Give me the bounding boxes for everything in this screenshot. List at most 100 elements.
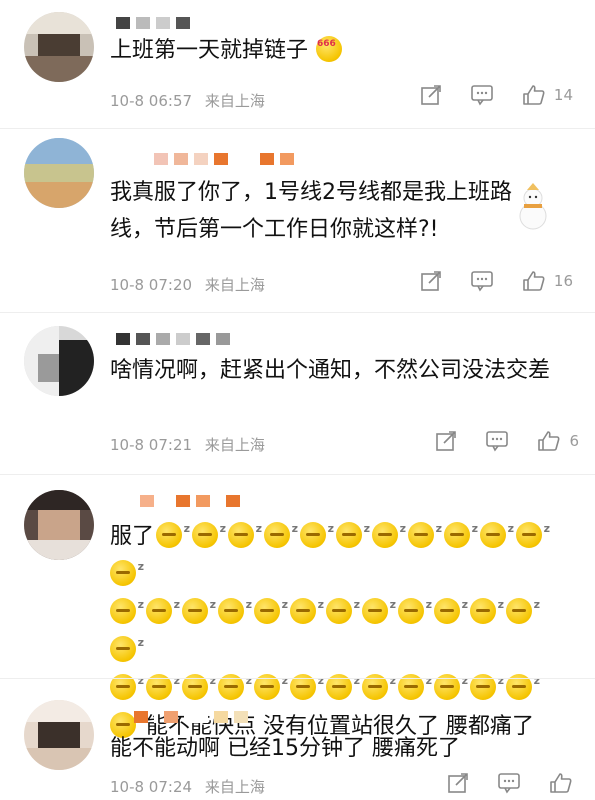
sleepy-emoji [480,510,514,548]
thumbs-up-icon [523,271,545,291]
sleepy-emoji [444,510,478,548]
reply-button[interactable] [485,430,509,452]
comment-text-content: 我真服了你了，1号线2号线都是我上班路线，节后第一个工作日你就这样?! [110,180,512,242]
sleepy-emoji [336,510,370,548]
sleepy-emoji [110,548,144,586]
comment-meta: 10-8 07:24 来自上海 [110,776,273,797]
reply-icon [498,773,520,794]
sleepy-emoji [506,586,540,624]
reply-button[interactable] [470,84,494,106]
sleepy-emoji [300,510,334,548]
comment-text-content: 啥情况啊，赶紧出个通知，不然公司没法交差 [110,358,551,383]
comment-actions: 6 [407,430,579,452]
timestamp: 10-8 07:20 [110,276,193,294]
reply-button[interactable] [497,772,521,794]
share-icon [448,773,468,793]
sleepy-emoji [408,510,442,548]
comment-meta: 10-8 07:21 来自上海 [110,434,273,455]
share-button[interactable] [435,430,457,452]
sleepy-emoji [264,510,298,548]
divider [0,312,595,313]
reply-icon [471,271,493,292]
sleepy-emoji [434,586,468,624]
comment-actions [419,772,573,794]
sleepy-emoji [254,586,288,624]
sleepy-emoji [326,586,360,624]
avatar[interactable] [24,138,94,208]
username-blurred[interactable] [116,14,196,29]
sleepy-emoji [516,510,550,548]
comment-1: 上班第一天就掉链子 666 10-8 06:57 来自上海 14 [0,0,595,130]
snowman-sticker [519,183,547,230]
sleepy-emoji [110,586,144,624]
sleepy-emoji [372,510,406,548]
sleepy-emoji [218,586,252,624]
divider [0,678,595,679]
comment-actions: 14 [392,84,573,106]
sleepy-emoji [470,586,504,624]
comment-actions: 16 [392,270,573,292]
location: 来自上海 [204,436,265,454]
like-count: 16 [553,272,573,290]
sleepy-emoji [228,510,262,548]
reply-button[interactable] [470,270,494,292]
username-blurred[interactable] [154,150,300,165]
comment-4: 服了 能不能快点 没有位置站很久了 腰都痛了 [0,476,595,739]
timestamp: 10-8 06:57 [110,92,193,110]
avatar[interactable] [24,12,94,82]
comment-text: 啥情况啊，赶紧出个通知，不然公司没法交差 [110,352,565,389]
share-button[interactable] [447,772,469,794]
sleepy-emoji [146,586,180,624]
thumbs-up-icon [523,85,545,105]
comment-line-1: 服了 [110,510,565,594]
share-icon [421,271,441,291]
comment-meta: 10-8 06:57 来自上海 [110,90,273,111]
like-button[interactable]: 16 [522,270,573,292]
avatar[interactable] [24,326,94,396]
comment-3: 啥情况啊，赶紧出个通知，不然公司没法交差 10-8 07:21 来自上海 6 [0,314,595,474]
sleepy-emoji [182,586,216,624]
comment-text-content: 上班第一天就掉链子 [110,38,309,63]
username-blurred[interactable] [134,708,254,723]
reply-icon [471,85,493,106]
sleepy-emoji [398,586,432,624]
avatar[interactable] [24,700,94,770]
share-button[interactable] [420,84,442,106]
sleepy-emoji [192,510,226,548]
divider [0,474,595,475]
comment-text: 上班第一天就掉链子 666 [110,32,565,69]
like-button[interactable] [549,772,573,794]
sleepy-emoji [362,586,396,624]
like-count: 14 [553,86,573,104]
like-button[interactable]: 14 [522,84,573,106]
sleepy-emoji [156,510,190,548]
username-blurred[interactable] [116,330,236,345]
comment-2: 我真服了你了，1号线2号线都是我上班路线，节后第一个工作日你就这样?! 10-8… [0,130,595,310]
666-emoji: 666 [316,36,343,62]
reply-icon [486,431,509,452]
thumbs-up-icon [538,431,560,451]
timestamp: 10-8 07:21 [110,436,193,454]
comment-text-content: 能不能动啊 已经15分钟了 腰痛死了 [110,736,460,761]
sleepy-emoji [110,624,144,662]
divider [0,128,595,129]
location: 来自上海 [204,92,265,110]
comment-text-start: 服了 [110,524,155,549]
comment-5: 能不能动啊 已经15分钟了 腰痛死了 10-8 07:24 来自上海 [0,680,595,800]
comment-text: 我真服了你了，1号线2号线都是我上班路线，节后第一个工作日你就这样?! [110,174,535,248]
like-count: 6 [569,432,579,450]
comment-meta: 10-8 07:20 来自上海 [110,274,273,295]
thumbs-up-icon [550,773,572,793]
avatar[interactable] [24,490,94,560]
comment-text: 能不能动啊 已经15分钟了 腰痛死了 [110,730,565,767]
sleepy-emoji [290,586,324,624]
share-button[interactable] [420,270,442,292]
share-icon [421,85,441,105]
location: 来自上海 [204,276,265,294]
like-button[interactable]: 6 [537,430,579,452]
share-icon [436,431,457,451]
username-blurred[interactable] [140,492,246,507]
location: 来自上海 [204,778,265,796]
sleepy-emoji-row [110,586,565,670]
sleepy-emoji-row [110,510,552,587]
